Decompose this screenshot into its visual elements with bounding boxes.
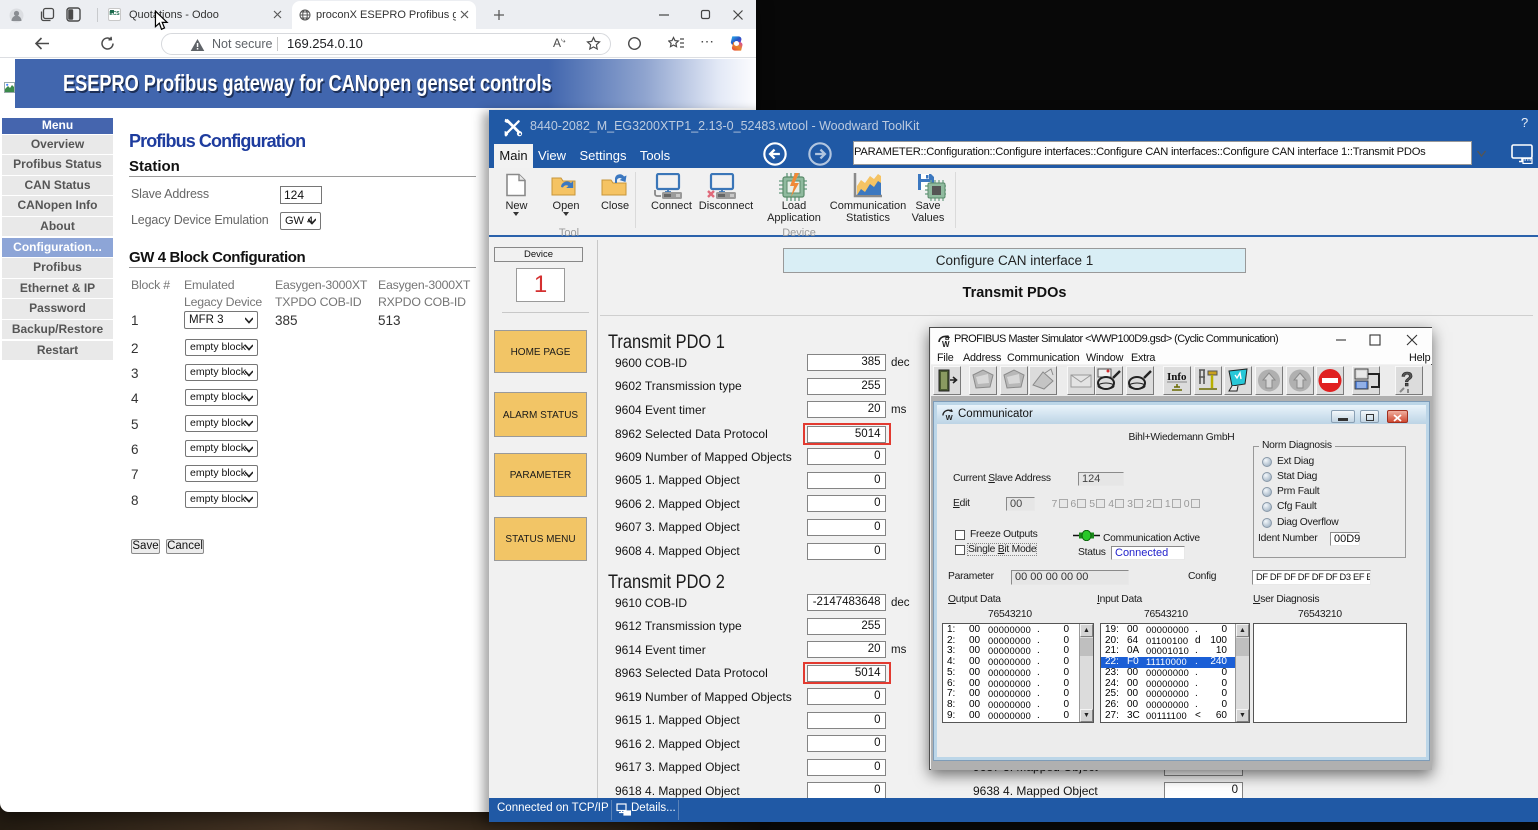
svg-text:?: ?: [1401, 369, 1413, 391]
svg-text:Info: Info: [1167, 371, 1187, 383]
svg-text:W: W: [946, 413, 954, 421]
svg-text:W: W: [942, 340, 950, 348]
